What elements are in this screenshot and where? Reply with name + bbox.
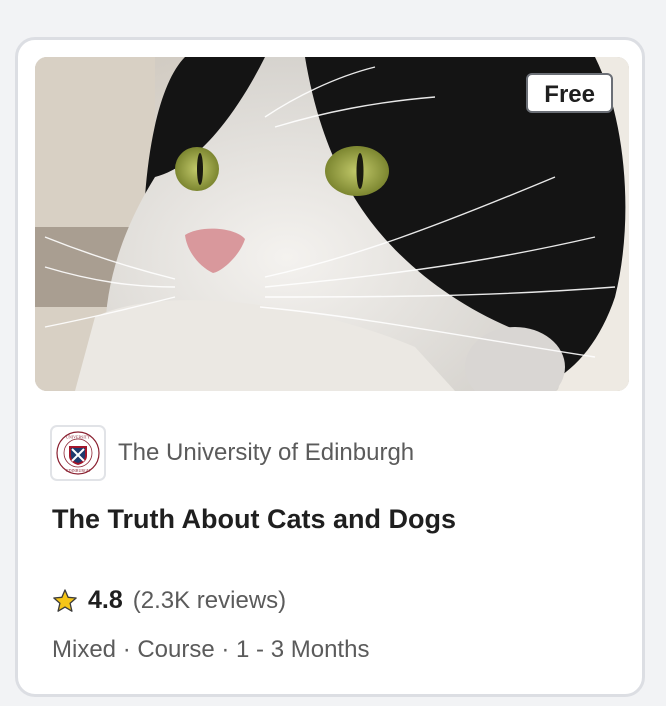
crest-text-bottom: EDINBURGH xyxy=(66,468,90,473)
course-card[interactable]: Free UNIVERSITY EDINBURGH The University… xyxy=(15,37,645,697)
rating-row: 4.8 (2.3K reviews) xyxy=(52,586,286,615)
partner-logo: UNIVERSITY EDINBURGH xyxy=(50,425,106,481)
rating-reviews-count: (2.3K reviews) xyxy=(132,586,287,614)
star-icon xyxy=(53,588,77,612)
course-title[interactable]: The Truth About Cats and Dogs xyxy=(52,504,456,535)
partner-name: The University of Edinburgh xyxy=(118,439,415,466)
partner-row: UNIVERSITY EDINBURGH The University of E… xyxy=(50,425,414,481)
course-thumbnail[interactable]: Free xyxy=(35,57,629,391)
university-of-edinburgh-crest-icon: UNIVERSITY EDINBURGH xyxy=(56,431,100,475)
free-badge: Free xyxy=(526,73,613,113)
course-meta: Mixed · Course · 1 - 3 Months xyxy=(52,636,370,663)
rating-value: 4.8 xyxy=(88,586,123,614)
crest-text-top: UNIVERSITY xyxy=(66,435,90,440)
